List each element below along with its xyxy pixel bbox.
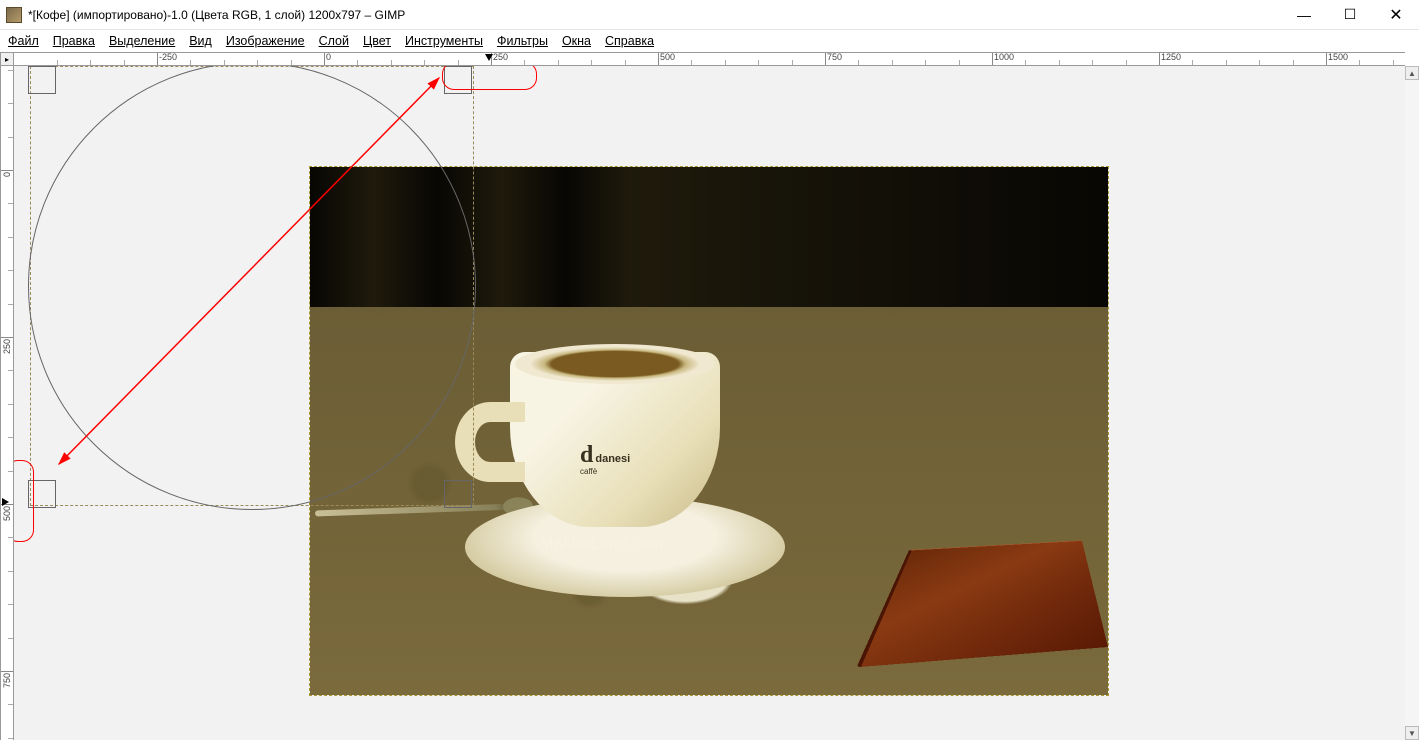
window-buttons: — ☐ ✕ — [1281, 0, 1419, 30]
menu-edit[interactable]: Правка — [53, 34, 95, 48]
menu-file[interactable]: Файл — [8, 34, 39, 48]
app-icon — [6, 7, 22, 23]
menu-help[interactable]: Справка — [605, 34, 654, 48]
ruler-h-label: -250 — [159, 52, 177, 62]
menu-image[interactable]: Изображение — [226, 34, 305, 48]
window-title: *[Кофе] (импортировано)-1.0 (Цвета RGB, … — [28, 8, 1281, 22]
scroll-up-icon[interactable]: ▲ — [1405, 66, 1419, 80]
ruler-v-label: 500 — [2, 506, 12, 521]
ruler-h-label: 1000 — [994, 52, 1014, 62]
ruler-h-label: 1250 — [1161, 52, 1181, 62]
ruler-h-label: 0 — [326, 52, 331, 62]
selection-handle-br[interactable] — [444, 480, 472, 508]
menu-color[interactable]: Цвет — [363, 34, 391, 48]
canvas[interactable]: ddanesi caffè MalinaLime.com — [14, 66, 1405, 740]
ruler-v-label: 250 — [2, 339, 12, 354]
close-button[interactable]: ✕ — [1373, 0, 1419, 30]
menu-view[interactable]: Вид — [189, 34, 212, 48]
titlebar: *[Кофе] (импортировано)-1.0 (Цвета RGB, … — [0, 0, 1419, 30]
menu-filters[interactable]: Фильтры — [497, 34, 548, 48]
photo-cup-logo: ddanesi caffè — [580, 442, 630, 476]
ruler-h-label: 750 — [827, 52, 842, 62]
ruler-h-label: 500 — [660, 52, 675, 62]
scroll-down-icon[interactable]: ▼ — [1405, 726, 1419, 740]
maximize-button[interactable]: ☐ — [1327, 0, 1373, 30]
menu-layer[interactable]: Слой — [319, 34, 349, 48]
selection-handle-tl[interactable] — [28, 66, 56, 94]
menu-tools[interactable]: Инструменты — [405, 34, 483, 48]
image-content: ddanesi caffè MalinaLime.com — [309, 166, 1109, 696]
photo-cup: ddanesi caffè — [510, 352, 720, 527]
selection-handle-tr[interactable] — [444, 66, 472, 94]
ruler-h-pos-marker — [485, 54, 493, 61]
menu-windows[interactable]: Окна — [562, 34, 591, 48]
menubar: Файл Правка Выделение Вид Изображение Сл… — [0, 30, 1419, 52]
photo-cup-handle — [455, 402, 525, 482]
ruler-h-label: 250 — [493, 52, 508, 62]
ruler-v-pos-marker — [2, 498, 9, 506]
ruler-corner-toggle[interactable]: ▸ — [0, 52, 14, 66]
ruler-v-label: 0 — [2, 172, 12, 177]
scrollbar-vertical[interactable]: ▲ ▼ — [1405, 66, 1419, 740]
photo-watermark: MalinaLime.com — [540, 535, 663, 553]
selection-handle-bl[interactable] — [28, 480, 56, 508]
workspace: ▸ -2500250500750100012501500 0250500750 … — [0, 52, 1419, 740]
menu-select[interactable]: Выделение — [109, 34, 175, 48]
ruler-h-label: 1500 — [1328, 52, 1348, 62]
ruler-v-label: 750 — [2, 673, 12, 688]
ruler-horizontal[interactable]: -250 0 250 500 750 1000 1250 1500 — [14, 52, 1405, 66]
ruler-vertical[interactable]: 0 250 500 750 — [0, 66, 14, 740]
minimize-button[interactable]: — — [1281, 0, 1327, 30]
